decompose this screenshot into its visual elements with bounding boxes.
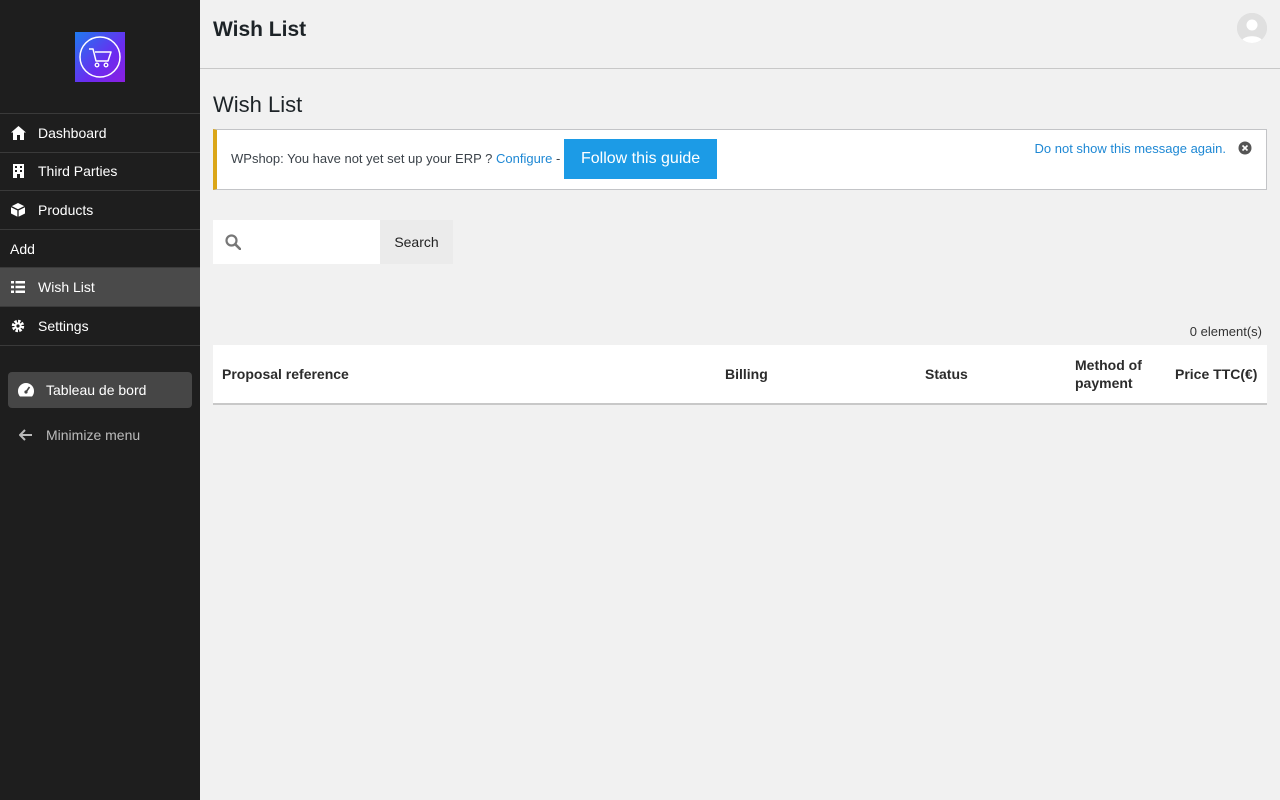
sidebar-item-wish-list[interactable]: Wish List bbox=[0, 268, 200, 307]
gear-icon bbox=[10, 318, 26, 334]
follow-guide-button[interactable]: Follow this guide bbox=[564, 139, 718, 179]
sidebar-item-products[interactable]: Products bbox=[0, 191, 200, 230]
home-icon bbox=[10, 125, 26, 141]
logo-area bbox=[0, 0, 200, 114]
sidebar-item-label: Settings bbox=[38, 317, 89, 334]
column-header-proposal-reference[interactable]: Proposal reference bbox=[222, 365, 349, 383]
cart-icon bbox=[79, 36, 121, 78]
minimize-menu-button[interactable]: Minimize menu bbox=[8, 417, 192, 453]
user-icon bbox=[1237, 13, 1267, 43]
sidebar-item-label: Add bbox=[10, 240, 35, 257]
element-count: 0 element(s) bbox=[1189, 324, 1262, 339]
building-icon bbox=[10, 163, 26, 179]
user-avatar[interactable] bbox=[1237, 13, 1267, 43]
sidebar-item-settings[interactable]: Settings bbox=[0, 307, 200, 346]
list-icon bbox=[10, 279, 26, 295]
search-icon bbox=[225, 234, 242, 251]
dismiss-notice-link[interactable]: Do not show this message again. bbox=[1035, 141, 1227, 156]
notice-text: WPshop: You have not yet set up your ERP… bbox=[231, 151, 496, 166]
header-title: Wish List bbox=[213, 18, 307, 41]
tableau-de-bord-button[interactable]: Tableau de bord bbox=[8, 372, 192, 408]
erp-setup-notice: WPshop: You have not yet set up your ERP… bbox=[213, 129, 1267, 190]
search-input[interactable] bbox=[253, 220, 373, 264]
sidebar-item-label: Wish List bbox=[38, 279, 95, 296]
arrow-left-icon bbox=[18, 427, 34, 443]
sidebar-item-add[interactable]: Add bbox=[0, 230, 200, 269]
speedometer-icon bbox=[18, 382, 34, 398]
sidebar-item-label: Third Parties bbox=[38, 163, 118, 180]
column-header-method-of-payment[interactable]: Method of payment bbox=[1075, 356, 1155, 392]
notice-separator: - bbox=[552, 151, 561, 166]
sidebar-item-label: Products bbox=[38, 201, 94, 218]
search-field bbox=[213, 220, 380, 264]
column-header-status[interactable]: Status bbox=[925, 365, 968, 383]
search-button[interactable]: Search bbox=[380, 220, 453, 264]
sidebar-item-third-parties[interactable]: Third Parties bbox=[0, 153, 200, 192]
column-header-billing[interactable]: Billing bbox=[725, 365, 768, 383]
column-header-price[interactable]: Price TTC(€) bbox=[1175, 365, 1257, 383]
wish-list-table: Proposal reference Billing Status Method… bbox=[213, 345, 1267, 405]
cube-icon bbox=[10, 202, 26, 218]
configure-link[interactable]: Configure bbox=[496, 151, 552, 166]
sidebar-item-label: Dashboard bbox=[38, 124, 107, 141]
minimize-menu-label: Minimize menu bbox=[46, 427, 141, 443]
shop-logo[interactable] bbox=[75, 32, 125, 82]
page-title: Wish List bbox=[213, 92, 303, 117]
top-bar: Wish List bbox=[200, 0, 1280, 69]
close-icon[interactable] bbox=[1238, 141, 1252, 155]
tableau-de-bord-label: Tableau de bord bbox=[46, 382, 147, 398]
sidebar-item-dashboard[interactable]: Dashboard bbox=[0, 114, 200, 153]
sidebar: Dashboard Third Parties Products Add Wis… bbox=[0, 0, 200, 800]
notice-message: WPshop: You have not yet set up your ERP… bbox=[231, 151, 560, 166]
